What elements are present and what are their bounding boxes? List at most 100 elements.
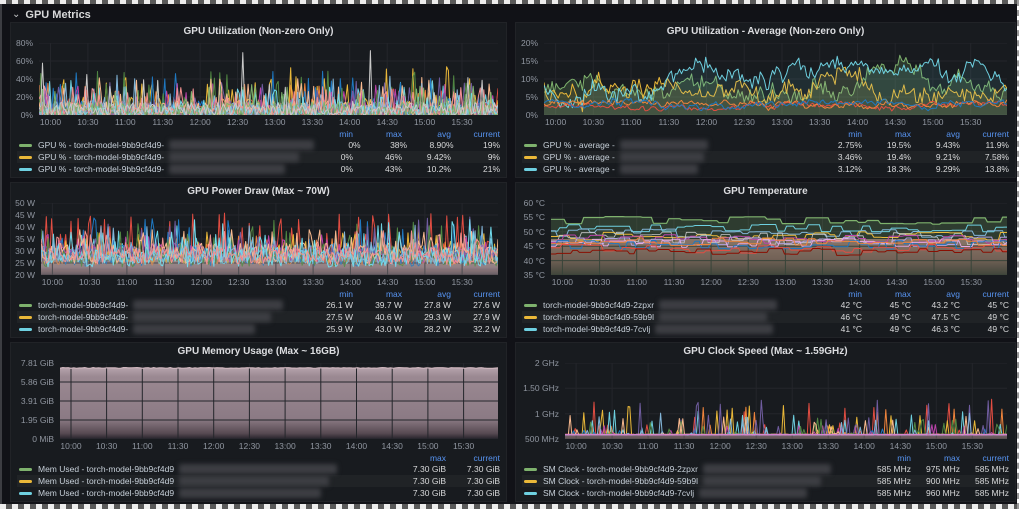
x-tick-label: 11:30 [658, 117, 680, 127]
y-tick-label: 5.86 GiB [20, 377, 54, 387]
legend-row: torch-model-9bb9cf4d9- 27.5 W 40.6 W 29.3 W… [17, 311, 500, 323]
legend-header: min max avg current [17, 128, 500, 139]
panel-title[interactable]: GPU Utilization (Non-zero Only) [11, 26, 506, 37]
legend-label[interactable]: GPU % - torch-model-9bb9cf4d9- [38, 140, 164, 150]
legend-header-cell[interactable]: max [353, 289, 402, 299]
chart-plot[interactable] [60, 363, 498, 439]
legend-value: 18.3% [886, 164, 911, 174]
legend-label[interactable]: Mem Used - torch-model-9bb9cf4d9 [38, 464, 174, 474]
legend-label[interactable]: torch-model-9bb9cf4d9- [38, 300, 128, 310]
legend-label[interactable]: torch-model-9bb9cf4d9- [38, 324, 128, 334]
legend-header-cell[interactable]: min [813, 129, 862, 139]
legend-label[interactable]: torch-model-9bb9cf4d9-2zpxr [543, 300, 654, 310]
panel-title[interactable]: GPU Power Draw (Max ~ 70W) [11, 186, 506, 197]
legend-label[interactable]: torch-model-9bb9cf4d9-7cvlj [543, 324, 650, 334]
legend-series-swatch [19, 467, 32, 471]
panel-title[interactable]: GPU Temperature [516, 186, 1015, 197]
legend: min max avg current torch-model-9bb9cf4d9-2z… [522, 288, 1009, 335]
legend-label[interactable]: Mem Used - torch-model-9bb9cf4d9 [38, 476, 174, 486]
legend-header-cell[interactable]: min [862, 453, 911, 463]
legend-value: 7.58% [984, 152, 1009, 162]
legend-series-swatch [524, 167, 537, 171]
y-tick-label: 55 °C [523, 212, 545, 223]
legend-value: 7.30 GiB [412, 476, 446, 486]
legend-label[interactable]: Mem Used - torch-model-9bb9cf4d9 [38, 488, 174, 498]
legend-series-swatch [19, 479, 32, 483]
legend-value: 975 MHz [925, 464, 960, 474]
legend-header-cell[interactable]: avg [402, 289, 451, 299]
x-tick-label: 11:00 [131, 441, 153, 451]
y-tick-label: 2 GHz [534, 358, 559, 368]
legend-label[interactable]: SM Clock - torch-model-9bb9cf4d9-2zpxr [543, 464, 698, 474]
x-tick-label: 14:00 [853, 441, 875, 451]
y-tick-label: 20% [520, 38, 538, 48]
legend-value: 45 °C [987, 300, 1009, 310]
chart-plot[interactable] [551, 203, 1007, 275]
legend-value: 960 MHz [925, 488, 960, 498]
legend-value: 46% [384, 152, 402, 162]
legend-value: 900 MHz [925, 476, 960, 486]
legend-header-cell[interactable]: avg [911, 129, 960, 139]
x-tick-label: 10:30 [79, 277, 101, 287]
panel-title[interactable]: GPU Utilization - Average (Non-zero Only… [516, 26, 1015, 37]
y-axis: 20% 15% 10% 5% 0% [516, 38, 544, 120]
legend-header-cell[interactable]: current [960, 129, 1009, 139]
legend-label[interactable]: GPU % - average - [543, 164, 615, 174]
y-tick-label: 0 MiB [32, 434, 54, 444]
chevron-down-icon: ⌄ [12, 9, 21, 20]
x-tick-label: 11:00 [114, 117, 136, 127]
y-tick-label: 3.91 GiB [20, 396, 54, 406]
grafana-dashboard: ⌄ GPU Metrics GPU Utilization (Non-zero … [0, 4, 1017, 504]
chart-plot[interactable] [565, 363, 1007, 439]
legend-value: 41 °C [840, 324, 862, 334]
y-tick-label: 45 °C [523, 241, 545, 252]
legend-label[interactable]: SM Clock - torch-model-9bb9cf4d9-7cvlj [543, 488, 694, 498]
x-tick-label: 15:00 [413, 117, 436, 127]
legend-header-cell[interactable]: current [960, 289, 1009, 299]
legend-header-cell[interactable]: current [960, 453, 1009, 463]
panel-title[interactable]: GPU Clock Speed (Max ~ 1.59GHz) [516, 346, 1015, 357]
legend-label[interactable]: GPU % - average - [543, 152, 615, 162]
legend-header-cell[interactable]: min [304, 289, 353, 299]
x-tick-label: 14:00 [846, 117, 869, 127]
x-axis: 10:00 10:30 11:00 11:30 12:00 12:30 13:00 13:30… [551, 275, 1007, 288]
dashboard-row-header[interactable]: ⌄ GPU Metrics [12, 9, 91, 21]
panel-title[interactable]: GPU Memory Usage (Max ~ 16GB) [11, 346, 506, 357]
legend-value: 9.29% [935, 164, 960, 174]
chart-plot[interactable] [544, 43, 1007, 115]
legend-header-cell[interactable]: max [862, 289, 911, 299]
y-tick-label: 5% [525, 92, 538, 102]
legend-label[interactable]: torch-model-9bb9cf4d9- [38, 312, 128, 322]
redacted-text [702, 476, 821, 486]
legend-row: Mem Used - torch-model-9bb9cf4d9 7.30 GiB… [17, 487, 500, 499]
legend-header-cell[interactable]: max [392, 453, 446, 463]
legend-label[interactable]: SM Clock - torch-model-9bb9cf4d9-59b9l [543, 476, 698, 486]
legend-header-cell[interactable]: max [911, 453, 960, 463]
legend-value: 8.90% [429, 140, 454, 150]
chart-plot[interactable] [39, 43, 498, 115]
legend-header-cell[interactable]: min [304, 129, 353, 139]
y-tick-label: 0% [525, 110, 538, 120]
legend-header-cell[interactable]: current [451, 289, 500, 299]
legend-value: 49 °C [889, 312, 911, 322]
legend-series-swatch [524, 155, 537, 159]
x-axis: 10:00 10:30 11:00 11:30 12:00 12:30 13:00 13:30… [565, 439, 1007, 452]
legend-value: 29.3 W [424, 312, 451, 322]
legend-header-cell[interactable]: current [451, 129, 500, 139]
legend-row: torch-model-9bb9cf4d9-7cvlj 41 °C 49 °C 46.… [522, 323, 1009, 335]
legend-label[interactable]: torch-model-9bb9cf4d9-59b9l [543, 312, 654, 322]
legend-label[interactable]: GPU % - torch-model-9bb9cf4d9- [38, 152, 164, 162]
legend-header-cell[interactable]: avg [402, 129, 451, 139]
legend-value: 9.43% [935, 140, 960, 150]
legend-header-cell[interactable]: max [862, 129, 911, 139]
redacted-text [133, 312, 272, 322]
chart-plot[interactable] [41, 203, 498, 275]
legend-header-cell[interactable]: avg [911, 289, 960, 299]
x-tick-label: 15:30 [452, 441, 475, 451]
legend-header-cell[interactable]: min [813, 289, 862, 299]
legend-header-cell[interactable]: max [353, 129, 402, 139]
legend-header-cell[interactable]: current [446, 453, 500, 463]
legend-label[interactable]: GPU % - average - [543, 140, 615, 150]
legend-label[interactable]: GPU % - torch-model-9bb9cf4d9- [38, 164, 164, 174]
x-tick-label: 15:30 [960, 117, 982, 127]
